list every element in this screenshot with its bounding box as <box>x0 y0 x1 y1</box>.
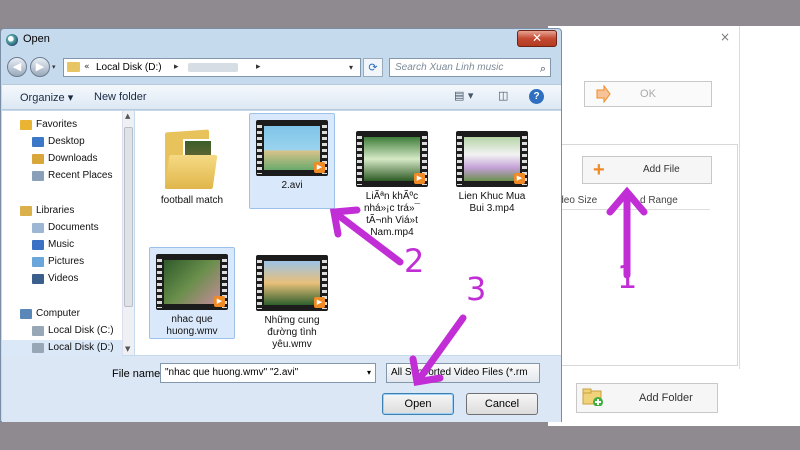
step-2-label: 2 <box>404 242 425 280</box>
step-1-label: 1 <box>617 258 638 296</box>
annotation-arrows <box>329 186 648 387</box>
arrow-3 <box>416 314 467 382</box>
step-3-label: 3 <box>466 270 487 308</box>
arrow-2 <box>334 211 404 266</box>
